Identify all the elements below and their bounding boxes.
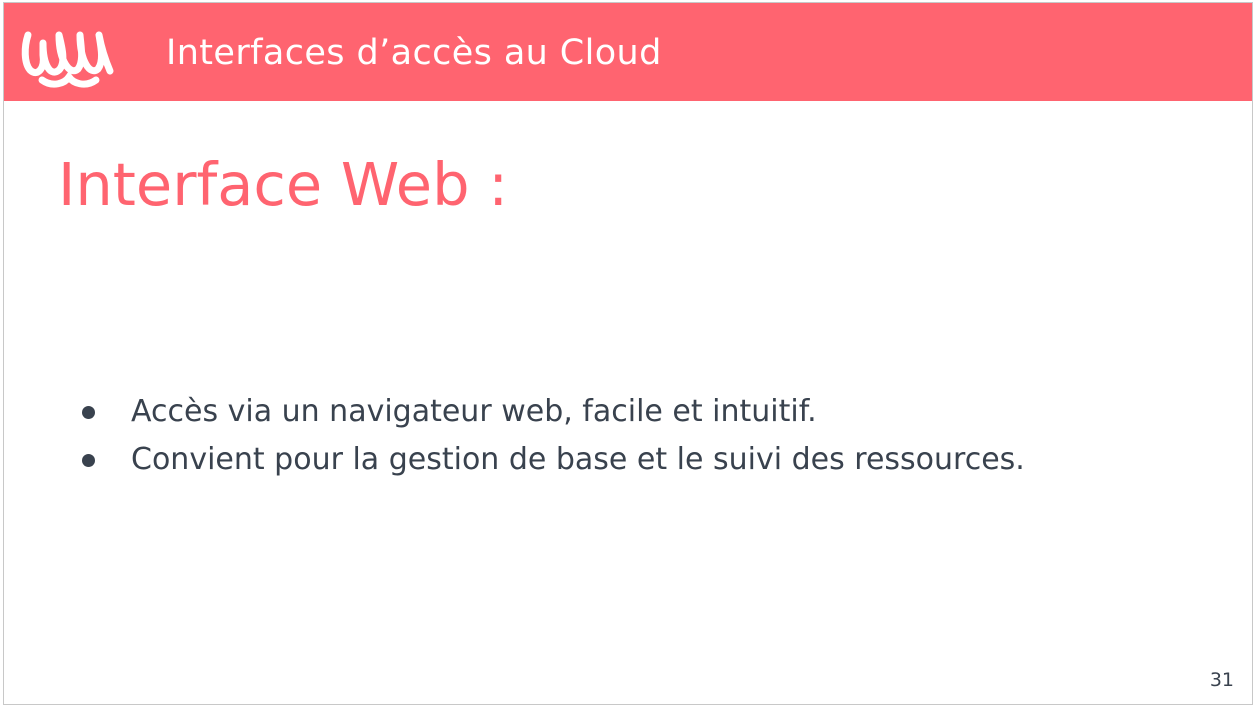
page-number: 31 bbox=[1209, 669, 1234, 691]
bullet-dot-icon bbox=[82, 454, 95, 467]
wave-loops-logo-icon bbox=[21, 31, 114, 88]
slide: Interfaces d’accès au Cloud Interface We… bbox=[3, 2, 1253, 705]
slide-title: Interface Web : bbox=[58, 150, 509, 219]
header-title: Interfaces d’accès au Cloud bbox=[166, 33, 662, 73]
bullet-text: Accès via un navigateur web, facile et i… bbox=[131, 394, 817, 429]
header-band: Interfaces d’accès au Cloud bbox=[4, 3, 1252, 101]
bullet-text: Convient pour la gestion de base et le s… bbox=[131, 442, 1025, 477]
bullet-dot-icon bbox=[82, 406, 95, 419]
